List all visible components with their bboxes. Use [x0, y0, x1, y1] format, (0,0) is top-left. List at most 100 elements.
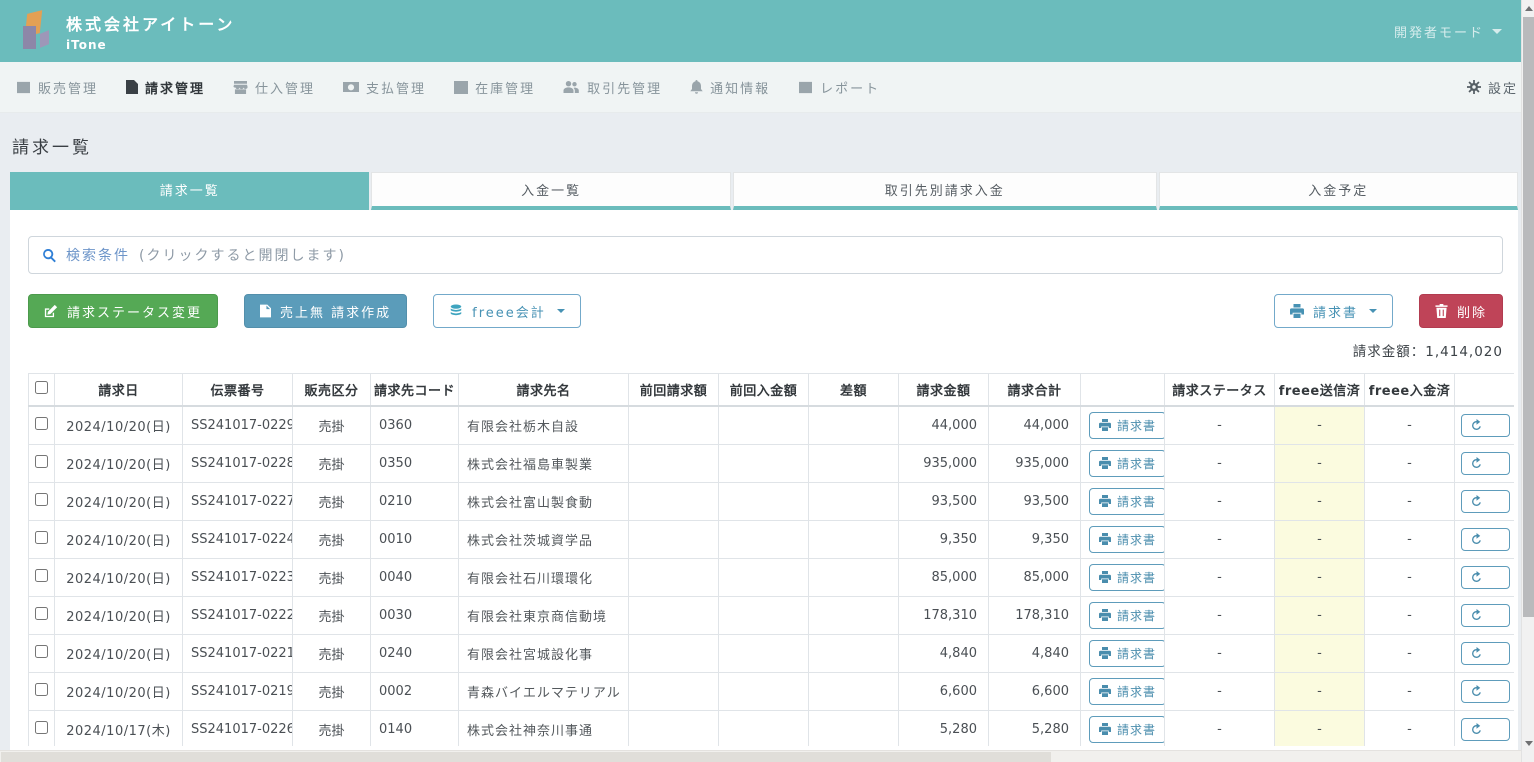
- row-checkbox[interactable]: [35, 645, 48, 658]
- cell-freee-paid: -: [1365, 710, 1455, 746]
- horizontal-scrollbar-thumb[interactable]: [1, 752, 1051, 762]
- row-invoice-print-button[interactable]: 請求書: [1089, 412, 1165, 439]
- row-invoice-print-button[interactable]: 請求書: [1089, 450, 1165, 477]
- vertical-scrollbar[interactable]: [1521, 0, 1534, 762]
- cell-prev-deposit: [719, 558, 809, 596]
- row-refresh-button[interactable]: [1461, 680, 1510, 703]
- row-invoice-print-button[interactable]: 請求書: [1089, 488, 1165, 515]
- cell-client-code: 0360: [371, 406, 459, 444]
- nav-item-settings[interactable]: 設定: [1467, 78, 1518, 97]
- refresh-icon: [1470, 723, 1483, 736]
- delete-button[interactable]: 削除: [1419, 294, 1503, 328]
- row-invoice-print-button[interactable]: 請求書: [1089, 716, 1165, 743]
- cell-refresh-button: [1455, 710, 1515, 746]
- cell-invoice-button: 請求書: [1081, 596, 1165, 634]
- row-refresh-button[interactable]: [1461, 452, 1510, 475]
- header-invoice-button-col: [1081, 374, 1165, 407]
- row-invoice-print-button[interactable]: 請求書: [1089, 640, 1165, 667]
- cell-freee-sent: -: [1275, 710, 1365, 746]
- row-refresh-button[interactable]: [1461, 718, 1510, 741]
- row-invoice-print-button[interactable]: 請求書: [1089, 602, 1165, 629]
- printer-icon: [1099, 495, 1111, 507]
- row-invoice-print-button[interactable]: 請求書: [1089, 564, 1165, 591]
- row-checkbox[interactable]: [35, 683, 48, 696]
- tab-partner-invoice-deposit[interactable]: 取引先別請求入金: [733, 172, 1157, 210]
- summary-value: 1,414,020: [1425, 344, 1503, 360]
- cell-slip-number: SS241017-0219: [183, 672, 293, 710]
- nav-item-notifications[interactable]: 通知情報: [690, 78, 770, 97]
- row-checkbox[interactable]: [35, 493, 48, 506]
- printer-icon: [1099, 647, 1111, 659]
- row-refresh-button[interactable]: [1461, 566, 1510, 589]
- invoice-icon: [126, 80, 138, 94]
- row-checkbox[interactable]: [35, 721, 48, 734]
- row-checkbox[interactable]: [35, 607, 48, 620]
- row-refresh-button[interactable]: [1461, 604, 1510, 627]
- cell-prev-invoice: [629, 710, 719, 746]
- scroll-down-icon[interactable]: [1525, 741, 1533, 746]
- nav-item-partners[interactable]: 取引先管理: [563, 78, 662, 97]
- tab-deposit-list[interactable]: 入金一覧: [371, 172, 730, 210]
- cell-client-name: 青森バイエルマテリアル: [459, 672, 629, 710]
- row-invoice-print-button[interactable]: 請求書: [1089, 526, 1165, 553]
- developer-mode-dropdown[interactable]: 開発者モード: [1394, 22, 1516, 41]
- nav-item-inventory[interactable]: 在庫管理: [454, 78, 535, 97]
- nav-item-label: 販売管理: [38, 78, 98, 97]
- tab-deposit-schedule[interactable]: 入金予定: [1159, 172, 1518, 210]
- printer-icon: [1099, 609, 1111, 621]
- vertical-scrollbar-thumb[interactable]: [1523, 17, 1534, 617]
- tab-invoice-list[interactable]: 請求一覧: [10, 172, 369, 210]
- row-checkbox-cell: [29, 710, 55, 746]
- cell-difference: [809, 482, 899, 520]
- row-checkbox[interactable]: [35, 531, 48, 544]
- cell-client-code: 0030: [371, 596, 459, 634]
- cell-invoice-total: 5,280: [989, 710, 1081, 746]
- row-refresh-button[interactable]: [1461, 414, 1510, 437]
- freee-accounting-dropdown[interactable]: freee会計: [433, 294, 581, 328]
- row-refresh-button[interactable]: [1461, 642, 1510, 665]
- cell-client-code: 0040: [371, 558, 459, 596]
- brand-block: 株式会社アイトーン iTone: [66, 11, 235, 52]
- tab-label: 取引先別請求入金: [885, 180, 1005, 199]
- horizontal-scrollbar[interactable]: [0, 750, 1521, 762]
- nav-item-purchasing[interactable]: 仕入管理: [233, 78, 315, 97]
- printer-icon: [1099, 685, 1111, 697]
- row-refresh-button[interactable]: [1461, 528, 1510, 551]
- nav-item-reports[interactable]: レポート: [798, 78, 880, 97]
- chevron-down-icon: [1492, 29, 1502, 34]
- header-invoice-total: 請求合計: [989, 374, 1081, 407]
- cell-invoice-status: -: [1165, 710, 1275, 746]
- cell-invoice-amount: 6,600: [899, 672, 989, 710]
- create-invoice-no-sales-button[interactable]: 売上無 請求作成: [244, 294, 407, 328]
- invoice-table: 請求日 伝票番号 販売区分 請求先コード 請求先名 前回請求額 前回入金額 差額…: [28, 373, 1514, 746]
- row-checkbox[interactable]: [35, 455, 48, 468]
- cell-invoice-date: 2024/10/20(日): [55, 672, 183, 710]
- nav-item-payments[interactable]: 支払管理: [343, 78, 426, 97]
- refresh-icon: [1470, 571, 1483, 584]
- cell-prev-invoice: [629, 406, 719, 444]
- row-refresh-button[interactable]: [1461, 490, 1510, 513]
- cell-refresh-button: [1455, 482, 1515, 520]
- cell-freee-paid: -: [1365, 672, 1455, 710]
- header-invoice-date: 請求日: [55, 374, 183, 407]
- row-checkbox[interactable]: [35, 417, 48, 430]
- report-icon: [798, 81, 813, 94]
- button-label: 請求書: [1117, 683, 1156, 700]
- nav-item-billing[interactable]: 請求管理: [126, 78, 205, 97]
- cell-prev-invoice: [629, 634, 719, 672]
- nav-item-sales[interactable]: 販売管理: [16, 78, 98, 97]
- scroll-up-icon[interactable]: [1525, 6, 1533, 11]
- cell-difference: [809, 558, 899, 596]
- select-all-checkbox[interactable]: [35, 381, 48, 394]
- invoice-print-dropdown[interactable]: 請求書: [1274, 294, 1393, 328]
- row-invoice-print-button[interactable]: 請求書: [1089, 678, 1165, 705]
- invoice-status-change-button[interactable]: 請求ステータス変更: [28, 294, 218, 328]
- search-conditions-toggle[interactable]: 検索条件 (クリックすると開閉します): [28, 236, 1503, 274]
- cell-client-name: 有限会社宮城設化事: [459, 634, 629, 672]
- cell-invoice-button: 請求書: [1081, 444, 1165, 482]
- cell-client-name: 有限会社栃木自設: [459, 406, 629, 444]
- cell-invoice-amount: 9,350: [899, 520, 989, 558]
- nav-item-label: 取引先管理: [587, 78, 662, 97]
- row-checkbox[interactable]: [35, 569, 48, 582]
- cell-client-code: 0350: [371, 444, 459, 482]
